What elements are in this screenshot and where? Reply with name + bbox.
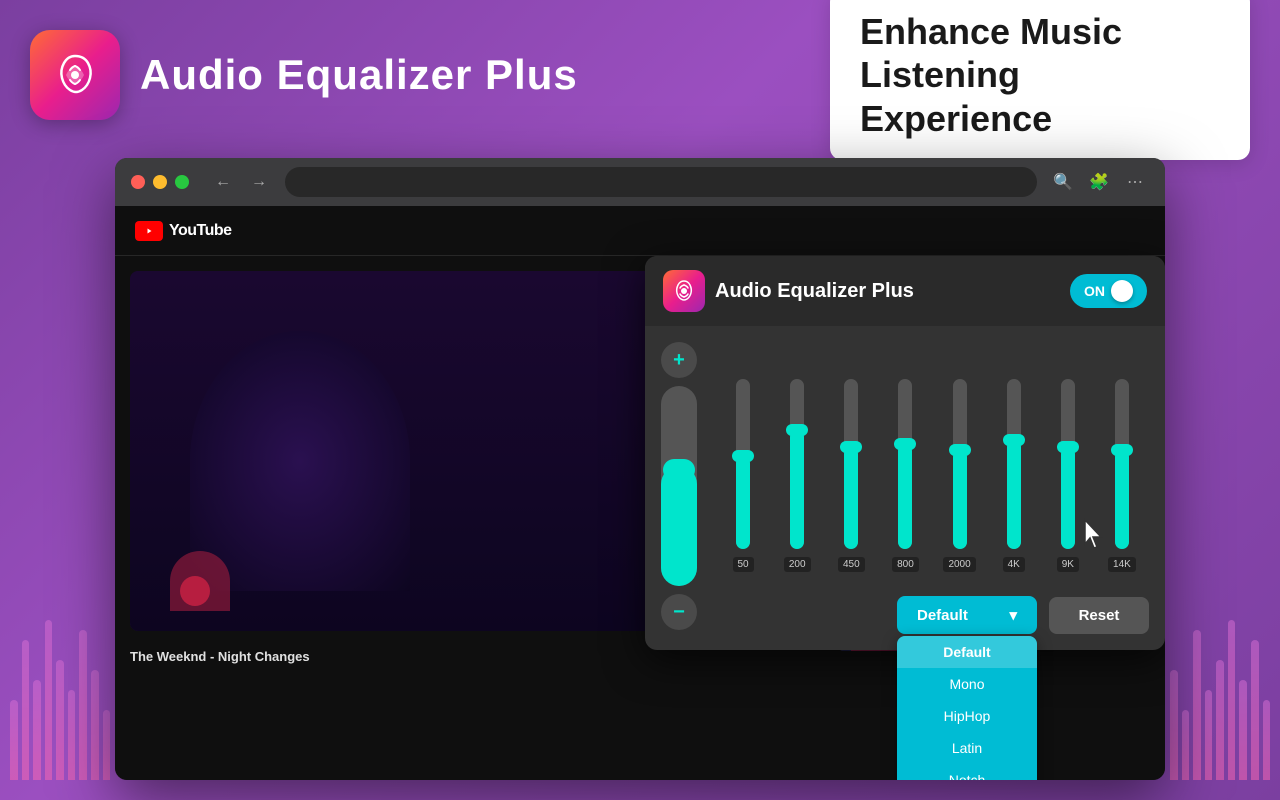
- eq-slider-fill-2000: [953, 450, 967, 549]
- eq-slider-fill-4k: [1007, 440, 1021, 549]
- eq-slider-fill-200: [790, 430, 804, 549]
- eq-preset-dropdown: Default ▾ Default Mono HipHop Latin Notc…: [897, 596, 1037, 634]
- browser-content: YouTube: [115, 206, 1165, 780]
- eq-sliders-area: 50 200: [716, 342, 1149, 572]
- eq-freq-label-4k: 4K: [1003, 557, 1025, 572]
- app-logo-icon: [30, 30, 120, 120]
- eq-slider-thumb-4k: [1003, 434, 1025, 446]
- video-title: The Weeknd - Night Changes: [130, 649, 814, 664]
- eq-preset-dropdown-menu: Default Mono HipHop Latin Notch: [897, 636, 1037, 780]
- eq-freq-label-14k: 14K: [1108, 557, 1136, 572]
- eq-logo-section: Audio Equalizer Plus: [663, 270, 914, 312]
- eq-freq-label-450: 450: [838, 557, 865, 572]
- eq-logo-icon: [663, 270, 705, 312]
- eq-slider-50: 50: [716, 379, 770, 572]
- eq-slider-thumb-50: [732, 450, 754, 462]
- eq-slider-track-200[interactable]: [790, 379, 804, 549]
- eq-slider-track-2000[interactable]: [953, 379, 967, 549]
- eq-slider-track-14k[interactable]: [1115, 379, 1129, 549]
- forward-button[interactable]: →: [245, 168, 273, 196]
- equalizer-panel: Audio Equalizer Plus ON + −: [645, 256, 1165, 650]
- preset-option-latin[interactable]: Latin: [897, 732, 1037, 764]
- volume-plus-button[interactable]: +: [661, 342, 697, 378]
- extensions-icon[interactable]: 🧩: [1085, 168, 1113, 196]
- traffic-lights: [131, 175, 189, 189]
- search-icon[interactable]: 🔍: [1049, 168, 1077, 196]
- nav-arrows: ← →: [209, 168, 273, 196]
- eq-slider-track-450[interactable]: [844, 379, 858, 549]
- eq-slider-9k: 9K: [1041, 379, 1095, 572]
- eq-slider-fill-50: [736, 456, 750, 550]
- browser-window: ← → 🔍 🧩 ⋯ YouTube: [115, 158, 1165, 780]
- address-bar[interactable]: [285, 167, 1037, 197]
- eq-slider-2000: 2000: [933, 379, 987, 572]
- eq-slider-thumb-9k: [1057, 441, 1079, 453]
- eq-slider-14k: 14K: [1095, 379, 1149, 572]
- minimize-button[interactable]: [153, 175, 167, 189]
- eq-reset-button[interactable]: Reset: [1049, 597, 1149, 634]
- tagline-text: Enhance MusicListening Experience: [860, 10, 1220, 140]
- volume-track[interactable]: [661, 386, 697, 586]
- eq-slider-800: 800: [878, 379, 932, 572]
- app-header: Audio Equalizer Plus Enhance MusicListen…: [0, 0, 1280, 150]
- maximize-button[interactable]: [175, 175, 189, 189]
- chevron-down-icon: ▾: [1009, 606, 1017, 624]
- eq-slider-4k: 4K: [987, 379, 1041, 572]
- volume-thumb: [663, 459, 695, 481]
- app-logo-section: Audio Equalizer Plus: [30, 30, 578, 120]
- eq-slider-track-800[interactable]: [898, 379, 912, 549]
- volume-fill: [661, 466, 697, 586]
- eq-freq-label-800: 800: [892, 557, 919, 572]
- youtube-logo: YouTube: [135, 221, 232, 241]
- eq-preset-label: Default: [917, 607, 968, 624]
- eq-freq-label-50: 50: [733, 557, 754, 572]
- eq-slider-thumb-2000: [949, 444, 971, 456]
- more-icon[interactable]: ⋯: [1121, 168, 1149, 196]
- eq-header: Audio Equalizer Plus ON: [645, 256, 1165, 326]
- eq-freq-label-200: 200: [784, 557, 811, 572]
- back-button[interactable]: ←: [209, 168, 237, 196]
- youtube-logo-icon: [135, 221, 163, 241]
- volume-minus-button[interactable]: −: [661, 594, 697, 630]
- eq-slider-200: 200: [770, 379, 824, 572]
- youtube-wordmark: YouTube: [169, 222, 232, 240]
- eq-slider-thumb-800: [894, 438, 916, 450]
- eq-slider-fill-14k: [1115, 450, 1129, 549]
- eq-toggle-label: ON: [1084, 283, 1105, 299]
- browser-toolbar: ← → 🔍 🧩 ⋯: [115, 158, 1165, 206]
- eq-slider-track-50[interactable]: [736, 379, 750, 549]
- preset-option-hiphop[interactable]: HipHop: [897, 700, 1037, 732]
- eq-preset-button[interactable]: Default ▾: [897, 596, 1037, 634]
- close-button[interactable]: [131, 175, 145, 189]
- eq-title: Audio Equalizer Plus: [715, 280, 914, 303]
- youtube-header: YouTube: [115, 206, 1165, 256]
- preset-option-mono[interactable]: Mono: [897, 668, 1037, 700]
- eq-volume-slider: + −: [661, 342, 697, 630]
- app-title: Audio Equalizer Plus: [140, 51, 578, 99]
- eq-toggle-circle: [1111, 280, 1133, 302]
- preset-option-default[interactable]: Default: [897, 636, 1037, 668]
- browser-actions: 🔍 🧩 ⋯: [1049, 168, 1149, 196]
- eq-freq-label-9k: 9K: [1057, 557, 1079, 572]
- eq-slider-track-9k[interactable]: [1061, 379, 1075, 549]
- eq-toggle-button[interactable]: ON: [1070, 274, 1147, 308]
- eq-bottom-controls: Default ▾ Default Mono HipHop Latin Notc…: [645, 596, 1165, 650]
- eq-slider-fill-800: [898, 444, 912, 549]
- eq-body: + − 50: [645, 326, 1165, 588]
- eq-freq-label-2000: 2000: [943, 557, 975, 572]
- preset-option-notch[interactable]: Notch: [897, 764, 1037, 780]
- eq-slider-thumb-200: [786, 424, 808, 436]
- eq-slider-track-4k[interactable]: [1007, 379, 1021, 549]
- tagline-box: Enhance MusicListening Experience: [830, 0, 1250, 160]
- eq-slider-thumb-450: [840, 441, 862, 453]
- eq-slider-450: 450: [824, 379, 878, 572]
- eq-slider-thumb-14k: [1111, 444, 1133, 456]
- eq-slider-fill-450: [844, 447, 858, 549]
- eq-slider-fill-9k: [1061, 447, 1075, 549]
